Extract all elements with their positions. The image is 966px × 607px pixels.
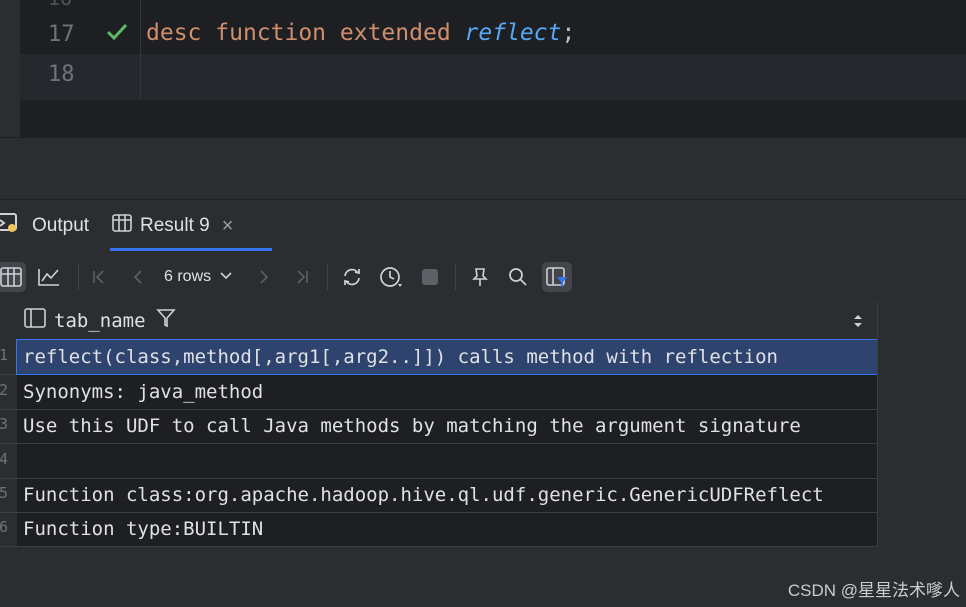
editor-left-strip (0, 0, 20, 137)
column-icon (24, 308, 46, 334)
output-icon (0, 212, 32, 240)
previous-page-icon[interactable] (123, 262, 153, 292)
table-cell[interactable]: Function class:org.apache.hadoop.hive.ql… (17, 478, 877, 512)
tab-result[interactable]: Result 9 × (112, 200, 272, 252)
line-number: 17 (48, 22, 75, 47)
close-icon[interactable]: × (222, 215, 234, 238)
tab-output-label: Output (32, 215, 90, 236)
tab-output[interactable]: Output (0, 200, 89, 252)
chart-view-button[interactable] (34, 262, 64, 292)
last-page-icon[interactable] (287, 262, 317, 292)
table-row[interactable]: 1 reflect(class,method[,arg1[,arg2..]]) … (0, 339, 878, 375)
table-icon (112, 214, 140, 238)
function-name: reflect (464, 20, 562, 46)
table-cell[interactable]: Function type:BUILTIN (17, 512, 877, 546)
keyword-extended: extended (339, 20, 451, 46)
first-page-icon[interactable] (84, 262, 114, 292)
toolbar-separator (78, 264, 79, 290)
table-row[interactable]: 5 Function class:org.apache.hadoop.hive.… (0, 478, 878, 513)
toolbar-separator (455, 264, 456, 290)
row-number: 5 (0, 484, 8, 502)
line-number: 18 (48, 62, 75, 87)
chevron-down-icon (211, 268, 233, 286)
row-number: 4 (0, 450, 8, 468)
search-icon[interactable] (503, 262, 533, 292)
code-line-18[interactable]: 18 (20, 54, 966, 94)
row-number: 6 (0, 518, 8, 536)
table-cell[interactable]: Synonyms: java_method (17, 375, 877, 409)
tab-result-label: Result 9 (140, 215, 210, 236)
result-grid: tab_name 1 reflect(class,method[,arg1[,a… (0, 302, 878, 547)
table-cell[interactable]: reflect(class,method[,arg1[,arg2..]]) ca… (16, 339, 878, 375)
watermark-text: CSDN @星星法术嗲人 (787, 581, 960, 600)
column-header-tab-name[interactable]: tab_name (24, 302, 176, 340)
semicolon: ; (561, 20, 576, 46)
keyword-desc: desc (146, 20, 202, 46)
grid-border (877, 302, 878, 547)
rows-count-dropdown[interactable]: 6 rows (164, 262, 233, 292)
code-editor[interactable]: 16 17 desc function extended reflect; 18 (0, 0, 966, 137)
gutter-separator (140, 0, 141, 100)
code-text: desc function extended reflect; (146, 20, 575, 46)
toolbar-separator (327, 264, 328, 290)
pin-icon[interactable] (465, 262, 495, 292)
table-view-button[interactable] (0, 262, 26, 292)
result-toolbar: 6 rows (0, 252, 966, 302)
table-cell[interactable] (17, 444, 877, 478)
filter-view-icon[interactable] (542, 262, 572, 292)
next-page-icon[interactable] (249, 262, 279, 292)
row-number: 2 (0, 381, 8, 399)
row-number: 1 (0, 346, 8, 364)
history-clock-icon[interactable] (376, 262, 406, 292)
table-row[interactable]: 2 Synonyms: java_method (0, 375, 878, 410)
keyword-function: function (215, 20, 327, 46)
grid-header: tab_name (0, 302, 878, 341)
code-line-17[interactable]: 17 desc function extended reflect; (20, 14, 966, 54)
filter-icon[interactable] (155, 308, 176, 334)
rows-count-label: 6 rows (164, 268, 212, 285)
current-line-highlight (20, 94, 966, 100)
stop-icon[interactable] (415, 262, 445, 292)
panel-splitter[interactable] (0, 137, 966, 200)
sort-icon[interactable] (852, 312, 864, 335)
check-icon (106, 23, 128, 46)
results-tab-bar: Output Result 9 × (0, 199, 966, 253)
table-row[interactable]: 6 Function type:BUILTIN (0, 512, 878, 547)
cell-value: reflect(class,method[,arg1[,arg2..]]) ca… (23, 346, 778, 368)
table-row[interactable]: 3 Use this UDF to call Java methods by m… (0, 409, 878, 444)
column-header-label: tab_name (54, 310, 146, 332)
table-row[interactable]: 4 (0, 444, 878, 479)
table-cell[interactable]: Use this UDF to call Java methods by mat… (17, 409, 877, 443)
line-number-16: 16 (48, 0, 72, 10)
active-tab-indicator (110, 248, 272, 251)
cell-value: Function type:BUILTIN (23, 518, 264, 540)
row-number: 3 (0, 415, 8, 433)
refresh-icon[interactable] (337, 262, 367, 292)
cell-value: Use this UDF to call Java methods by mat… (23, 415, 801, 437)
cell-value: Function class:org.apache.hadoop.hive.ql… (23, 484, 824, 506)
cell-value: Synonyms: java_method (23, 381, 264, 403)
